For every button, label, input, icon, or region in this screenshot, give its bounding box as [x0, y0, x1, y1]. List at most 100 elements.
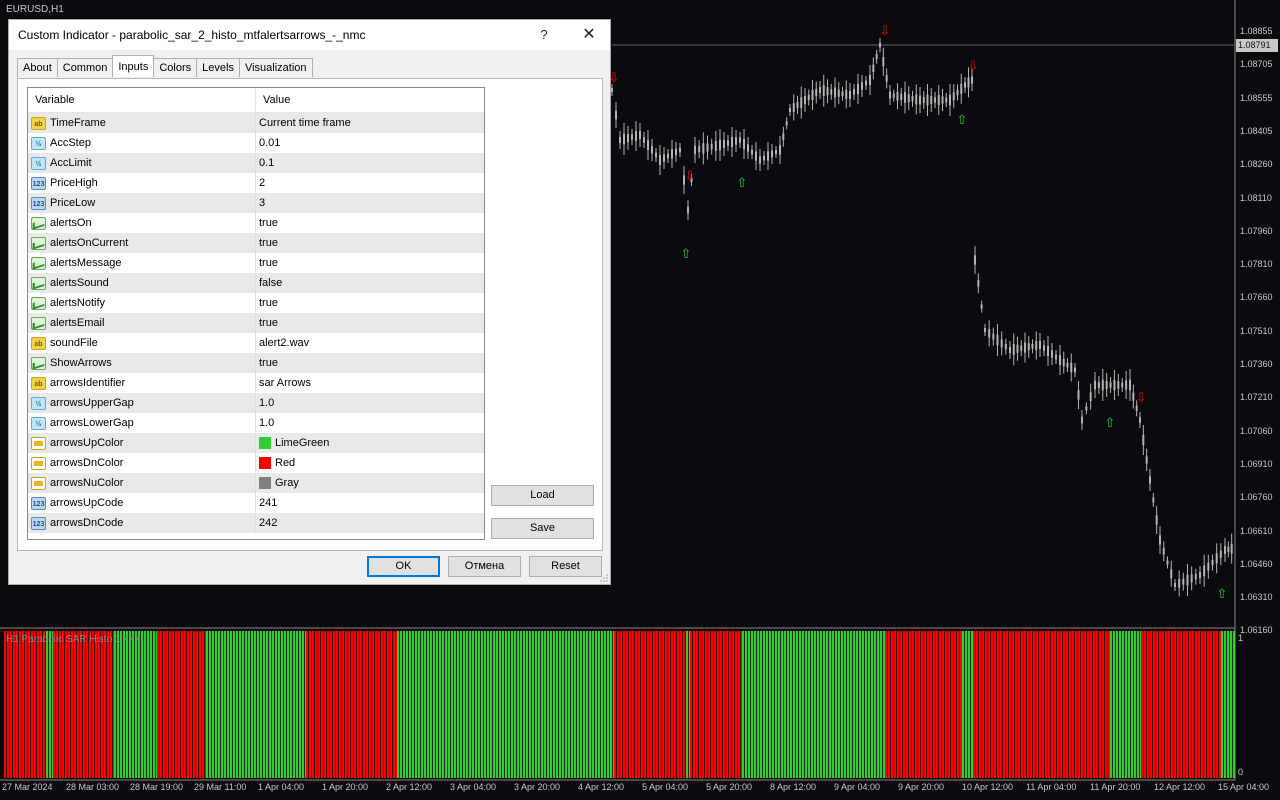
- histogram-bar: [74, 631, 77, 778]
- price-candle-body: [1085, 406, 1088, 411]
- variable-column-header[interactable]: Variable: [28, 88, 256, 112]
- tab-inputs[interactable]: Inputs: [112, 55, 155, 77]
- price-candle-body: [611, 88, 613, 92]
- table-row[interactable]: ab TimeFrame Current time frame: [28, 113, 484, 133]
- value-column-header[interactable]: Value: [256, 88, 484, 112]
- cancel-button[interactable]: Отмена: [448, 556, 521, 577]
- value-cell[interactable]: 0.01: [256, 133, 484, 153]
- table-row[interactable]: 123 arrowsUpCode 241: [28, 493, 484, 513]
- time-tick-label: 28 Mar 19:00: [130, 782, 184, 792]
- price-candle-body: [727, 140, 729, 146]
- table-row[interactable]: 123 arrowsDnCode 242: [28, 513, 484, 533]
- value-cell[interactable]: 2: [256, 173, 484, 193]
- value-cell[interactable]: 3: [256, 193, 484, 213]
- ok-button[interactable]: OK: [367, 556, 440, 577]
- save-button[interactable]: Save: [491, 518, 594, 539]
- histogram-bar: [1189, 631, 1192, 778]
- histogram-bar: [988, 631, 991, 778]
- price-candle-body: [800, 97, 803, 108]
- table-row[interactable]: ShowArrows true: [28, 353, 484, 373]
- histogram-bar: [77, 631, 80, 778]
- histogram-bar: [976, 631, 979, 778]
- histogram-bar: [1003, 631, 1006, 778]
- histogram-bar: [523, 631, 526, 778]
- reset-button[interactable]: Reset: [529, 556, 602, 577]
- histogram-bar: [126, 631, 129, 778]
- tab-colors[interactable]: Colors: [153, 58, 198, 77]
- price-candle-body: [1109, 382, 1112, 388]
- value-cell[interactable]: true: [256, 293, 484, 313]
- histogram-bar: [212, 631, 215, 778]
- histogram-bar: [568, 631, 571, 778]
- table-row[interactable]: arrowsDnColor Red: [28, 453, 484, 473]
- close-icon[interactable]: ✕: [579, 25, 599, 45]
- table-row[interactable]: alertsOnCurrent true: [28, 233, 484, 253]
- table-row[interactable]: ½ AccStep 0.01: [28, 133, 484, 153]
- tab-common[interactable]: Common: [56, 58, 114, 77]
- table-row[interactable]: arrowsNuColor Gray: [28, 473, 484, 493]
- value-cell[interactable]: 242: [256, 513, 484, 533]
- histogram-bar: [614, 631, 617, 778]
- histogram-bar: [686, 631, 689, 778]
- value-cell[interactable]: 1.0: [256, 413, 484, 433]
- variable-name: arrowsDnColor: [50, 457, 124, 469]
- histogram-bar: [1015, 631, 1018, 778]
- table-row[interactable]: alertsNotify true: [28, 293, 484, 313]
- histogram-bar: [847, 631, 850, 778]
- histogram-bar: [451, 631, 454, 778]
- value-cell[interactable]: LimeGreen: [256, 433, 484, 453]
- table-row[interactable]: arrowsUpColor LimeGreen: [28, 433, 484, 453]
- value-cell[interactable]: Gray: [256, 473, 484, 493]
- value-cell[interactable]: sar Arrows: [256, 373, 484, 393]
- variable-cell: 123 arrowsUpCode: [28, 493, 256, 513]
- variable-value: 0.01: [259, 137, 281, 149]
- tab-about[interactable]: About: [17, 58, 58, 77]
- table-row[interactable]: ½ arrowsUpperGap 1.0: [28, 393, 484, 413]
- price-candle-body: [892, 93, 895, 98]
- histogram-bar: [1159, 631, 1162, 778]
- value-cell[interactable]: true: [256, 233, 484, 253]
- value-cell[interactable]: true: [256, 353, 484, 373]
- histogram-bar: [430, 631, 433, 778]
- subwindow-max-label: 1: [1238, 633, 1244, 643]
- table-row[interactable]: alertsSound false: [28, 273, 484, 293]
- histogram-bar: [306, 631, 309, 778]
- histogram-bar: [269, 631, 272, 778]
- value-cell[interactable]: 0.1: [256, 153, 484, 173]
- price-candle-body: [1000, 339, 1003, 348]
- table-row[interactable]: alertsEmail true: [28, 313, 484, 333]
- table-row[interactable]: ab arrowsIdentifier sar Arrows: [28, 373, 484, 393]
- dialog-titlebar[interactable]: Custom Indicator - parabolic_sar_2_histo…: [9, 20, 610, 50]
- value-cell[interactable]: 1.0: [256, 393, 484, 413]
- price-candle-body: [731, 137, 733, 147]
- tab-levels[interactable]: Levels: [196, 58, 240, 77]
- table-row[interactable]: ½ arrowsLowerGap 1.0: [28, 413, 484, 433]
- value-cell[interactable]: true: [256, 253, 484, 273]
- resize-grip-icon[interactable]: [600, 574, 608, 582]
- load-button[interactable]: Load: [491, 485, 594, 506]
- price-candle-body: [714, 140, 717, 151]
- table-row[interactable]: 123 PriceLow 3: [28, 193, 484, 213]
- value-cell[interactable]: alert2.wav: [256, 333, 484, 353]
- histogram-bar: [233, 631, 236, 778]
- table-row[interactable]: alertsOn true: [28, 213, 484, 233]
- table-row[interactable]: ab soundFile alert2.wav: [28, 333, 484, 353]
- variable-value: true: [259, 297, 278, 309]
- price-candle-body: [1159, 535, 1161, 545]
- value-cell[interactable]: false: [256, 273, 484, 293]
- value-cell[interactable]: Current time frame: [256, 113, 484, 133]
- help-button[interactable]: ?: [534, 25, 554, 45]
- value-cell[interactable]: Red: [256, 453, 484, 473]
- value-cell[interactable]: true: [256, 313, 484, 333]
- histogram-bar: [460, 631, 463, 778]
- table-row[interactable]: 123 PriceHigh 2: [28, 173, 484, 193]
- histogram-bar: [668, 631, 671, 778]
- price-candle-body: [1043, 345, 1045, 351]
- price-candle-body: [971, 76, 973, 84]
- table-row[interactable]: alertsMessage true: [28, 253, 484, 273]
- value-cell[interactable]: 241: [256, 493, 484, 513]
- tab-visualization[interactable]: Visualization: [238, 58, 313, 77]
- price-candle-body: [830, 89, 833, 95]
- value-cell[interactable]: true: [256, 213, 484, 233]
- table-row[interactable]: ½ AccLimit 0.1: [28, 153, 484, 173]
